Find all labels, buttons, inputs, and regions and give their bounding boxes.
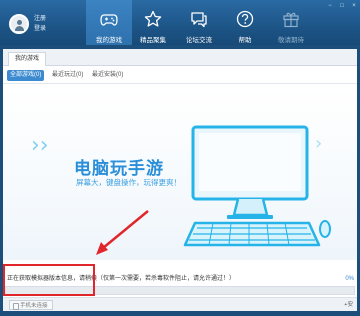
annotation-arrow [96,210,149,255]
